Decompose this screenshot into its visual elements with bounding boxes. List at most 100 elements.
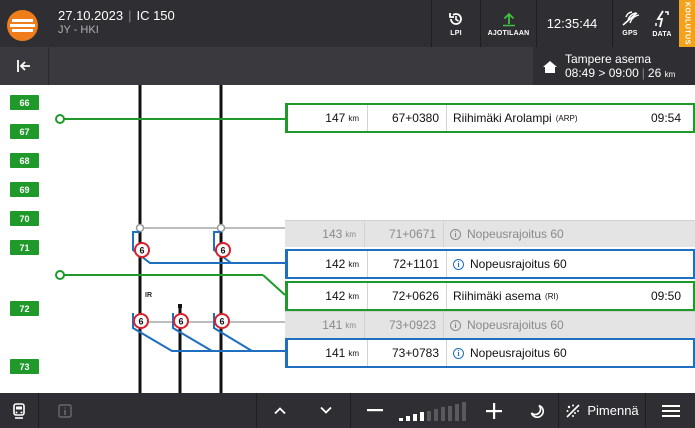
info-square-icon [58, 403, 72, 418]
destination-name: Tampere asema [565, 52, 652, 66]
km-marker: 73 [10, 359, 39, 374]
chevron-up-icon [273, 407, 286, 415]
speed-connector [132, 313, 285, 352]
km-marker: 69 [10, 182, 39, 197]
speed-limit-name: Nopeusrajoitus 60 [467, 318, 564, 332]
brightness-bar [448, 405, 452, 421]
dim-button[interactable]: Pimennä [560, 393, 644, 428]
passed-speed-row[interactable]: 143 km 71+0671 i Nopeusrajoitus 60 [285, 220, 695, 247]
station-name-cell: Riihimäki Arolampi (ARP) [447, 111, 641, 125]
menu-button[interactable] [646, 393, 695, 428]
station-name-cell: Riihimäki asema (RI) [447, 289, 641, 303]
speed-limit-name: Nopeusrajoitus 60 [470, 346, 567, 360]
distance-unit: km [348, 259, 359, 269]
speed-name-cell: i Nopeusrajoitus 60 [444, 318, 695, 332]
speed-sign-value: 6 [138, 317, 143, 327]
distance-unit: km [348, 348, 359, 358]
train-icon [13, 402, 25, 419]
departure-time: 09:00 [608, 66, 639, 80]
arrival-time: 08:49 [565, 66, 596, 80]
km-position: 71+0671 [365, 221, 444, 247]
speed-limit-name: Nopeusrajoitus 60 [467, 227, 564, 241]
scroll-up-button[interactable] [257, 393, 302, 428]
brightness-bar [455, 403, 459, 421]
divider [38, 393, 39, 428]
gps-icon [622, 10, 640, 26]
station-code: (RI) [545, 291, 559, 301]
speed-limit-sign-icon: 6 [214, 313, 230, 329]
brightness-bar [434, 409, 438, 421]
trip-info: 27.10.2023 | IC 150 JY - HKI [58, 8, 175, 36]
speed-limit-sign-icon: 6 [133, 313, 149, 329]
speed-row[interactable]: 141 km 73+0783 i Nopeusrajoitus 60 [285, 338, 695, 368]
route-timeline[interactable]: 6 6 6 6 6 IR 66 67 68 69 70 71 72 73 147… [0, 85, 695, 393]
speed-row[interactable]: 142 km 72+1101 i Nopeusrajoitus 60 [285, 249, 695, 279]
speed-sign-value: 6 [139, 246, 144, 256]
station-time: 09:50 [650, 289, 681, 303]
ajotilaan-button[interactable]: AJOTILAAN [481, 0, 536, 47]
collapse-left-icon [17, 60, 30, 72]
speed-name-cell: i Nopeusrajoitus 60 [444, 227, 695, 241]
brightness-bar [406, 415, 410, 421]
data-icon [655, 10, 669, 27]
brightness-bar [413, 414, 417, 421]
distance-unit: km [348, 113, 359, 123]
driver-advisory-app: 27.10.2023 | IC 150 JY - HKI LPI AJOTILAAN… [0, 0, 695, 428]
gps-label: GPS [622, 29, 638, 37]
speed-name-cell: i Nopeusrajoitus 60 [447, 346, 693, 360]
bottom-toolbar: Pimennä [0, 393, 695, 428]
brightness-down-button[interactable] [358, 393, 392, 428]
top-bar: 27.10.2023 | IC 150 JY - HKI LPI AJOTILAAN… [0, 0, 695, 47]
speed-limit-sign-icon: 6 [134, 242, 150, 258]
gps-status[interactable]: GPS [614, 0, 646, 47]
train-button[interactable] [0, 393, 38, 428]
distance-value: 142 [325, 257, 346, 271]
divider [350, 393, 351, 428]
speed-sign-value: 6 [219, 317, 224, 327]
station-row[interactable]: 147 km 67+0380 Riihimäki Arolampi (ARP) 09… [285, 103, 695, 133]
speed-sign-value: 6 [220, 246, 225, 256]
distance-value: 141 [325, 346, 346, 360]
destination-panel[interactable]: Tampere asema 08:49 > 09:00 | 26 km [533, 47, 695, 85]
speed-sign-value: 6 [178, 317, 183, 327]
night-mode-button[interactable] [518, 393, 556, 428]
brightness-level[interactable] [395, 393, 470, 428]
plus-icon [486, 402, 502, 419]
trip-date: 27.10.2023 [58, 8, 124, 23]
info-icon: i [450, 228, 461, 240]
data-label: DATA [652, 30, 672, 38]
passed-speed-row[interactable]: 141 km 73+0923 i Nopeusrajoitus 60 [285, 311, 695, 338]
distance-unit: km [345, 229, 356, 239]
info-button[interactable] [50, 393, 80, 428]
chevron-down-icon [320, 406, 332, 414]
distance-value: 147 [325, 111, 346, 125]
km-position: 73+0783 [368, 340, 447, 366]
divider [558, 393, 559, 428]
brightness-up-button[interactable] [476, 393, 512, 428]
trip-route: JY - HKI [58, 24, 99, 36]
station-row[interactable]: 142 km 72+0626 Riihimäki asema (RI) 09:50 [285, 281, 695, 311]
scroll-down-button[interactable] [303, 393, 349, 428]
data-status[interactable]: DATA [646, 0, 678, 47]
distance-unit: km [664, 70, 676, 79]
lpi-button[interactable]: LPI [432, 0, 480, 47]
test-mode-tag: KOULUTUS [679, 0, 695, 47]
train-logo-icon [7, 10, 38, 41]
destination-distance: 26 [647, 66, 662, 80]
km-position: 67+0380 [368, 105, 447, 131]
dim-label: Pimennä [587, 403, 639, 418]
distance-unit: km [348, 291, 359, 301]
distance-unit: km [345, 320, 356, 330]
ajotilaan-label: AJOTILAAN [487, 29, 530, 37]
brightness-bar [427, 410, 431, 421]
speed-name-cell: i Nopeusrajoitus 60 [447, 257, 693, 271]
station-name: Riihimäki asema [453, 289, 542, 303]
distance-value: 141 [322, 318, 343, 332]
minus-icon [367, 409, 383, 412]
collapse-button[interactable] [0, 47, 48, 85]
brightness-bar [462, 402, 466, 421]
km-marker: 71 [10, 240, 39, 255]
divider [48, 47, 49, 85]
passed-marker [216, 223, 226, 233]
dim-icon [566, 403, 580, 418]
